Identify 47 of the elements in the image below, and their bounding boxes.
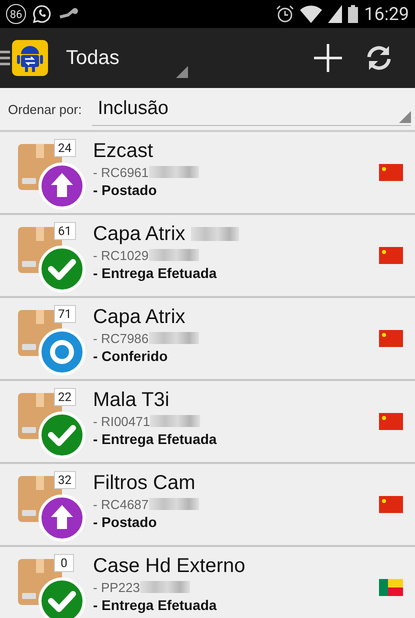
status-text: - Postado [93, 182, 158, 198]
shipment-row[interactable]: 61 Capa Atrix - RC1029 - Entrega Efetuada [0, 215, 415, 298]
tracking-code: - RC1029 [93, 248, 149, 262]
refresh-button[interactable] [365, 44, 393, 72]
tracking-code: - RC7986 [93, 330, 149, 346]
item-name: Capa Atrix [93, 306, 186, 328]
tracking-code: - RC4687 [93, 496, 149, 512]
day-count: 0 [54, 554, 74, 572]
robot-icon[interactable] [12, 40, 48, 76]
chat-icon [32, 4, 52, 24]
dropdown-corner-icon [176, 66, 188, 78]
item-name: Ezcast [93, 140, 154, 162]
add-button[interactable] [313, 43, 343, 73]
menu-icon[interactable] [0, 49, 10, 67]
status-text: - Entrega Efetuada [93, 264, 218, 280]
status-text: - Entrega Efetuada [93, 596, 218, 612]
tracking-code: - PP223 [93, 580, 140, 594]
item-name: Capa Atrix [93, 222, 186, 246]
dropdown-corner-icon [399, 111, 411, 123]
item-name: Filtros Cam [93, 472, 196, 494]
battery-icon [348, 5, 358, 23]
shipment-row[interactable]: 32 Filtros Cam - RC4687 - Postado [0, 464, 415, 547]
shipment-row[interactable]: 24 Ezcast - RC6961 - Postado [0, 132, 415, 215]
tracking-code: - RC6961 [93, 164, 149, 180]
item-name: Case Hd Externo [93, 554, 246, 578]
filter-title[interactable]: Todas [66, 46, 120, 70]
shipment-row[interactable]: 71 Capa Atrix - RC7986 - Conferido [0, 298, 415, 381]
wifi-icon [300, 5, 322, 23]
status-text: - Postado [93, 514, 158, 530]
status-text: - Conferido [93, 348, 169, 364]
controller-icon [58, 7, 80, 21]
shipment-row[interactable]: 22 Mala T3i - RI00471 - Entrega Efetuada [0, 381, 415, 464]
day-count: 32 [54, 470, 76, 488]
signal-icon [328, 5, 342, 23]
shipment-row[interactable]: 0 Case Hd Externo - PP223 - Entrega Efetuada [0, 547, 415, 618]
sort-dropdown[interactable]: Inclusão [92, 92, 411, 126]
status-text: - Entrega Efetuada [93, 430, 218, 446]
day-count: 22 [54, 388, 76, 406]
item-name: Mala T3i [93, 388, 170, 412]
day-count: 24 [54, 138, 76, 156]
day-count: 61 [54, 222, 76, 240]
clock-time: 16:29 [364, 4, 409, 24]
sort-label: Ordenar por: [8, 102, 82, 116]
alarm-icon [276, 5, 294, 23]
day-count: 71 [54, 304, 76, 322]
tracking-code: - RI00471 [93, 414, 150, 428]
notification-count: 86 [6, 4, 26, 24]
